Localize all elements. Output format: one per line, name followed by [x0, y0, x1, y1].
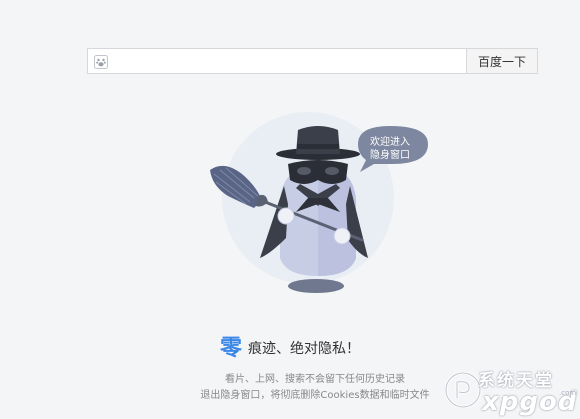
search-button[interactable]: 百度一下 [466, 49, 537, 73]
headline-zero: 零 [219, 336, 242, 361]
watermark-suffix: .com [559, 389, 577, 397]
paw-icon [94, 54, 108, 69]
bubble-line-1: 欢迎进入 [370, 137, 410, 148]
headline: 零痕迹、绝对隐私！ [0, 330, 580, 362]
bubble-line-2: 隐身窗口 [370, 150, 410, 161]
headline-text: 痕迹、绝对隐私！ [248, 341, 360, 357]
search-input[interactable] [114, 49, 468, 75]
speech-bubble-text: 欢迎进入 隐身窗口 [356, 136, 424, 162]
search-bar: 百度一下 [87, 48, 538, 75]
